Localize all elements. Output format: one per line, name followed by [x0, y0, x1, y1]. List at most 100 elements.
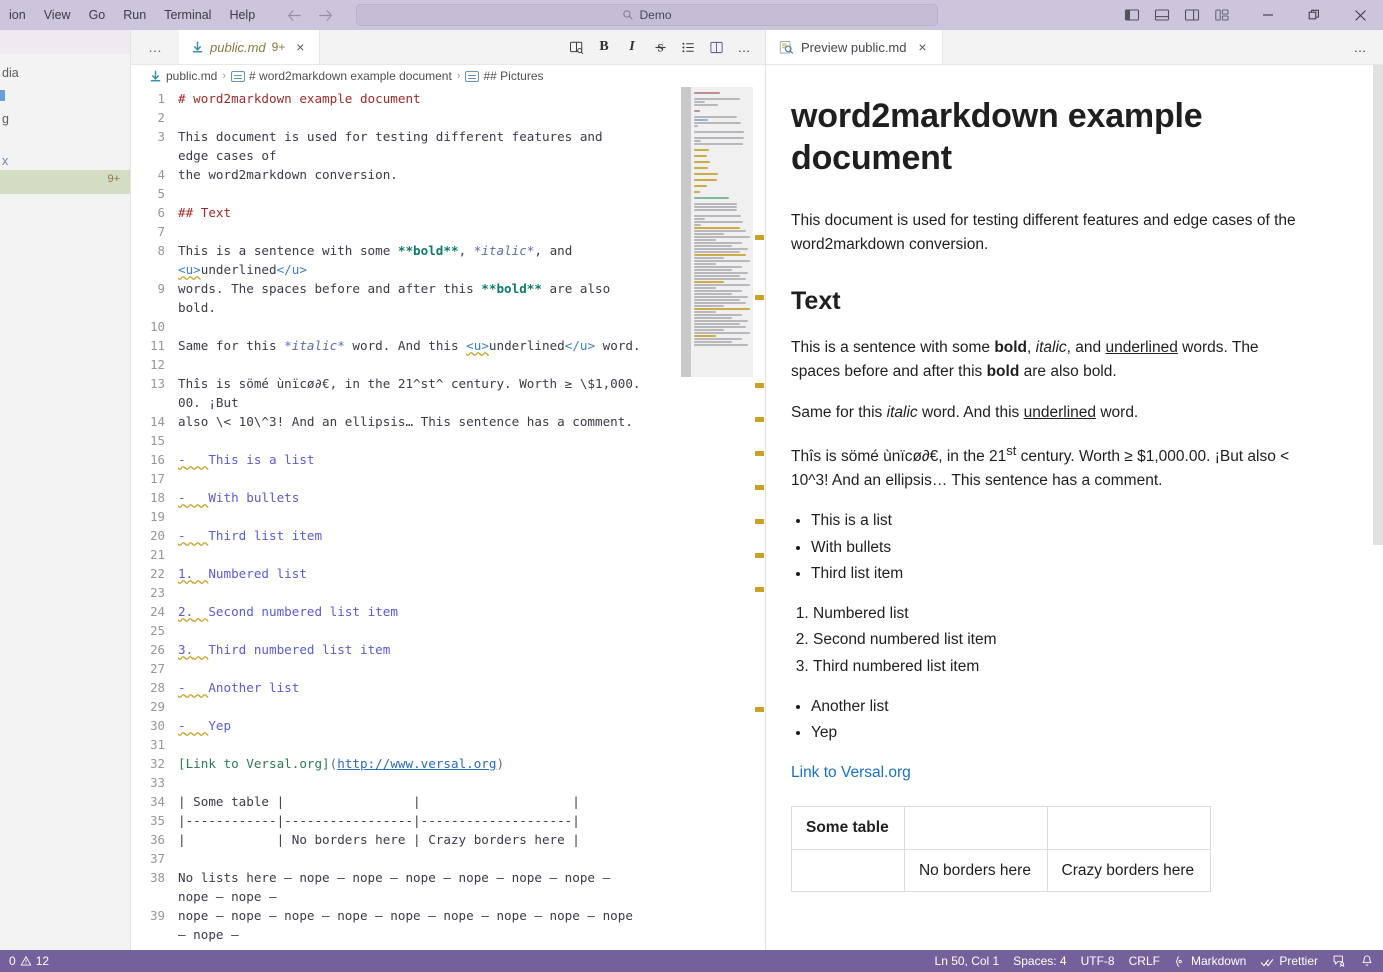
code-line[interactable]: 12 — [131, 355, 691, 374]
overview-ruler[interactable] — [753, 87, 765, 950]
code-line-text[interactable]: | Some table | | | — [178, 792, 691, 811]
code-line-text[interactable]: <u>underlined</u> — [178, 260, 691, 279]
code-line[interactable]: 19 — [131, 507, 691, 526]
code-line[interactable]: 35 |------------|-----------------|------… — [131, 811, 691, 830]
code-line[interactable]: 24 2. Second numbered list item — [131, 602, 691, 621]
minimap-slider[interactable] — [691, 87, 753, 377]
bold-button[interactable]: B — [591, 34, 617, 60]
code-line-text[interactable]: bold. — [178, 298, 691, 317]
code-line[interactable]: 3 This document is used for testing diffe… — [131, 127, 691, 146]
code-line[interactable]: 23 — [131, 583, 691, 602]
code-line-text[interactable]: 1. Numbered list — [178, 564, 691, 583]
code-line[interactable]: 27 — [131, 659, 691, 678]
breadcrumb-item-heading2[interactable]: ## Pictures — [465, 69, 544, 83]
breadcrumb-item-file[interactable]: public.md — [149, 69, 217, 83]
code-line-text[interactable]: - Third list item — [178, 526, 691, 545]
tabs-overflow-button[interactable]: … — [131, 30, 179, 64]
menu-item-go[interactable]: Go — [80, 4, 115, 26]
menu-item-selection[interactable]: ion — [0, 4, 35, 26]
code-line[interactable]: 17 — [131, 469, 691, 488]
sidebar-item-highlighted[interactable]: 9+ — [0, 170, 130, 194]
code-line-text[interactable] — [178, 621, 691, 640]
code-line-text[interactable]: - Yep — [178, 716, 691, 735]
code-line[interactable]: 20 - Third list item — [131, 526, 691, 545]
bulleted-list-button[interactable] — [675, 34, 701, 60]
restore-button[interactable] — [1291, 0, 1337, 30]
tab-preview-public-md[interactable]: Preview public.md × — [766, 30, 943, 64]
menu-item-terminal[interactable]: Terminal — [155, 4, 220, 26]
code-line[interactable]: 28 - Another list — [131, 678, 691, 697]
code-line-text[interactable]: edge cases of — [178, 146, 691, 165]
code-line[interactable]: 32 [Link to Versal.org](http://www.versal… — [131, 754, 691, 773]
code-line[interactable]: 29 — [131, 697, 691, 716]
split-editor-button[interactable] — [703, 34, 729, 60]
code-line-text[interactable]: also \< 10\^3! And an ellipsis… This sen… — [178, 412, 691, 431]
editor-scrollbar-thumb[interactable] — [681, 87, 691, 377]
eol-setting[interactable]: CRLF — [1122, 950, 1167, 972]
code-lines[interactable]: 1 # word2markdown example document 2 3 This… — [131, 87, 691, 944]
indentation-setting[interactable]: Spaces: 4 — [1006, 950, 1073, 972]
code-line-text[interactable]: - With bullets — [178, 488, 691, 507]
close-button[interactable] — [1337, 0, 1383, 30]
code-line-text[interactable]: This is a sentence with some **bold**, *… — [178, 241, 691, 260]
code-line-text[interactable] — [178, 222, 691, 241]
code-line[interactable]: 26 3. Third numbered list item — [131, 640, 691, 659]
code-line-text[interactable]: nope – nope – nope – nope – nope – nope … — [178, 906, 691, 925]
code-line-text[interactable] — [178, 773, 691, 792]
code-line[interactable]: 2 — [131, 108, 691, 127]
more-actions-button[interactable]: … — [731, 34, 757, 60]
code-line-text[interactable] — [178, 697, 691, 716]
code-line-text[interactable] — [178, 659, 691, 678]
open-preview-to-side-icon[interactable] — [563, 34, 589, 60]
code-line[interactable]: 7 — [131, 222, 691, 241]
code-line-text[interactable]: No lists here – nope – nope – nope – nop… — [178, 868, 691, 887]
arrow-left-icon[interactable] — [286, 7, 303, 24]
menu-item-run[interactable]: Run — [114, 4, 155, 26]
code-line-text[interactable]: 3. Third numbered list item — [178, 640, 691, 659]
code-line-text[interactable] — [178, 184, 691, 203]
code-line[interactable]: 5 — [131, 184, 691, 203]
code-line-text[interactable] — [178, 108, 691, 127]
code-line-text[interactable] — [178, 355, 691, 374]
code-line-text[interactable]: | | No borders here | Crazy borders here… — [178, 830, 691, 849]
problems-status[interactable]: 0 12 — [2, 950, 56, 972]
minimize-button[interactable] — [1245, 0, 1291, 30]
code-line[interactable]: 33 — [131, 773, 691, 792]
toggle-secondary-sidebar-icon[interactable] — [1179, 2, 1205, 28]
code-line[interactable]: 15 — [131, 431, 691, 450]
menu-item-help[interactable]: Help — [220, 4, 264, 26]
code-line[interactable]: – nope – — [131, 925, 691, 944]
code-line-text[interactable] — [178, 507, 691, 526]
customize-layout-icon[interactable] — [1209, 2, 1235, 28]
preview-external-link[interactable]: Link to Versal.org — [791, 761, 1303, 785]
code-line[interactable]: 38 No lists here – nope – nope – nope – n… — [131, 868, 691, 887]
code-line[interactable]: 34 | Some table | | | — [131, 792, 691, 811]
toggle-primary-sidebar-icon[interactable] — [1119, 2, 1145, 28]
preview-scrollbar-thumb[interactable] — [1373, 65, 1383, 545]
code-line[interactable]: 00. ¡But — [131, 393, 691, 412]
code-line[interactable]: 30 - Yep — [131, 716, 691, 735]
code-line-text[interactable] — [178, 735, 691, 754]
code-line[interactable]: 6 ## Text — [131, 203, 691, 222]
explorer-sidebar[interactable]: dia g x 9+ — [0, 30, 131, 950]
strikethrough-button[interactable]: S — [647, 34, 673, 60]
code-line[interactable]: 13 Thîs is sömé ùnïcø∂€, in the 21^st^ ce… — [131, 374, 691, 393]
code-line[interactable]: 21 — [131, 545, 691, 564]
code-line-text[interactable] — [178, 545, 691, 564]
code-line[interactable]: 1 # word2markdown example document — [131, 89, 691, 108]
preview-tab-close-button[interactable]: × — [914, 40, 932, 54]
sidebar-item-2[interactable]: g — [0, 108, 130, 130]
sidebar-item-4[interactable]: x — [0, 150, 130, 172]
code-line-text[interactable]: Thîs is sömé ùnïcø∂€, in the 21^st^ cent… — [178, 374, 691, 393]
code-line[interactable]: 22 1. Numbered list — [131, 564, 691, 583]
code-line[interactable]: 36 | | No borders here | Crazy borders he… — [131, 830, 691, 849]
preview-more-actions-button[interactable]: … — [1347, 34, 1373, 60]
code-line[interactable]: 18 - With bullets — [131, 488, 691, 507]
editor-vertical-scrollbar[interactable] — [681, 87, 691, 950]
code-line-text[interactable] — [178, 317, 691, 336]
code-line[interactable]: 16 - This is a list — [131, 450, 691, 469]
search-box[interactable]: Demo — [356, 4, 938, 26]
code-line[interactable]: 39 nope – nope – nope – nope – nope – nop… — [131, 906, 691, 925]
code-line[interactable]: 37 — [131, 849, 691, 868]
code-line-text[interactable]: nope – nope – — [178, 887, 691, 906]
